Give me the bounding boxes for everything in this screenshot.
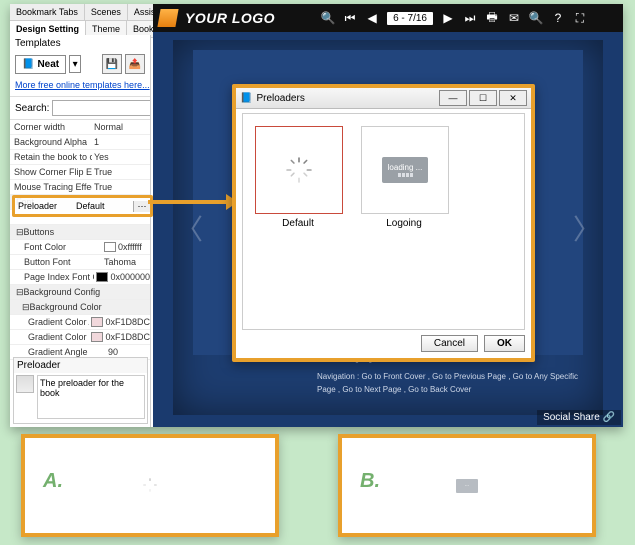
- preloader-property-row[interactable]: Preloader Default ⋯: [12, 195, 153, 217]
- logo-text: YOUR LOGO: [185, 10, 275, 26]
- color-swatch-a: [91, 317, 103, 327]
- ok-button[interactable]: OK: [484, 335, 525, 352]
- sidebar: Templates 📘 Neat ▾ 💾 📤 More free online …: [10, 35, 151, 427]
- cancel-button[interactable]: Cancel: [421, 335, 478, 352]
- neat-template-button[interactable]: 📘 Neat: [15, 55, 66, 74]
- sample-preview-a: A.: [21, 434, 279, 537]
- preloader-value[interactable]: Default: [76, 201, 133, 211]
- page-indicator[interactable]: 6 - 7/16: [387, 12, 433, 25]
- preview-toolbar: YOUR LOGO 🔍 ⏮ ◀ 6 - 7/16 ▶ ⏭ 🖶 ✉ 🔍 ? ⛶: [153, 4, 623, 32]
- spinner-icon: [255, 126, 343, 214]
- search-input[interactable]: [52, 100, 151, 116]
- prev-page-icon[interactable]: ◀: [365, 11, 379, 25]
- description-text: The preloader for the book: [37, 375, 145, 419]
- preloader-label: Preloader: [15, 201, 76, 211]
- zoom-out-icon[interactable]: 🔍: [529, 11, 543, 25]
- book-icon: 📘: [22, 59, 34, 70]
- sample-b-label: B.: [360, 470, 380, 493]
- sample-preview-b: B. ···: [338, 434, 596, 537]
- prop-bg-alpha[interactable]: Background Alpha: [10, 137, 92, 147]
- sample-b-loading-icon: ···: [456, 479, 478, 493]
- more-templates-link[interactable]: More free online templates here...: [10, 76, 150, 96]
- sample-a-spinner-icon: [142, 477, 158, 495]
- color-swatch-b: [91, 332, 103, 342]
- description-icon: [16, 375, 34, 393]
- preloader-option-default[interactable]: Default: [255, 126, 341, 229]
- templates-label: Templates: [10, 35, 150, 52]
- tab-bookmark-tabs[interactable]: Bookmark Tabs: [10, 4, 85, 20]
- book-next-arrow[interactable]: 〉: [573, 208, 601, 248]
- dialog-title: Preloaders: [252, 93, 437, 104]
- help-icon[interactable]: ?: [551, 11, 565, 25]
- tab-scenes[interactable]: Scenes: [85, 4, 128, 20]
- dialog-app-icon: 📘: [240, 93, 252, 104]
- group-bgcolor[interactable]: ⊟Background Color: [12, 302, 150, 313]
- prop-font-color[interactable]: Font Color: [10, 242, 102, 252]
- zoom-icon[interactable]: 🔍: [321, 11, 335, 25]
- description-panel: Preloader The preloader for the book: [13, 357, 148, 424]
- prop-retain[interactable]: Retain the book to center: [10, 152, 92, 162]
- description-title: Preloader: [14, 358, 147, 373]
- color-swatch-black: [96, 272, 108, 282]
- prop-mouse[interactable]: Mouse Tracing Effect: [10, 182, 92, 192]
- print-icon[interactable]: 🖶: [485, 11, 499, 25]
- preloaders-dialog: 📘 Preloaders — ☐ ✕ Default loading ... L…: [232, 84, 535, 362]
- loading-box-icon: loading ...: [361, 126, 449, 214]
- prop-button-font[interactable]: Button Font: [10, 257, 102, 267]
- export-icon[interactable]: 📤: [125, 54, 145, 74]
- book-prev-arrow[interactable]: 〈: [175, 208, 203, 248]
- group-buttons[interactable]: ⊟Buttons: [12, 227, 150, 238]
- minimize-button[interactable]: —: [439, 90, 467, 106]
- prop-grad-b[interactable]: Gradient Color B: [10, 332, 89, 342]
- prop-page-index-color[interactable]: Page Index Font Color: [10, 272, 94, 282]
- neat-label: Neat: [37, 59, 59, 70]
- save-icon[interactable]: 💾: [102, 54, 122, 74]
- search-label: Search:: [15, 103, 49, 114]
- fullscreen-icon[interactable]: ⛶: [573, 11, 587, 25]
- close-button[interactable]: ✕: [499, 90, 527, 106]
- first-page-icon[interactable]: ⏮: [343, 11, 357, 25]
- maximize-button[interactable]: ☐: [469, 90, 497, 106]
- preloader-option-logoing-label: Logoing: [361, 218, 447, 229]
- group-bgconfig[interactable]: ⊟Background Config: [12, 287, 150, 298]
- prop-grad-a[interactable]: Gradient Color A: [10, 317, 89, 327]
- color-swatch-white: [104, 242, 116, 252]
- prop-corner-width[interactable]: Corner width: [10, 122, 92, 132]
- preloader-option-logoing[interactable]: loading ... Logoing: [361, 126, 447, 229]
- last-page-icon[interactable]: ⏭: [463, 11, 477, 25]
- prop-grad-angle[interactable]: Gradient Angle: [10, 347, 106, 357]
- preloader-option-default-label: Default: [255, 218, 341, 229]
- logo-icon: [157, 9, 178, 27]
- property-grid: Corner widthNormal Background Alpha1 Ret…: [10, 120, 150, 360]
- prop-corner-flip[interactable]: Show Corner Flip Effect: [10, 167, 92, 177]
- next-page-icon[interactable]: ▶: [441, 11, 455, 25]
- connector-arrow: [148, 200, 228, 204]
- email-icon[interactable]: ✉: [507, 11, 521, 25]
- social-share-button[interactable]: Social Share 🔗: [537, 410, 621, 425]
- sample-a-label: A.: [43, 470, 63, 493]
- template-dropdown[interactable]: ▾: [69, 55, 81, 73]
